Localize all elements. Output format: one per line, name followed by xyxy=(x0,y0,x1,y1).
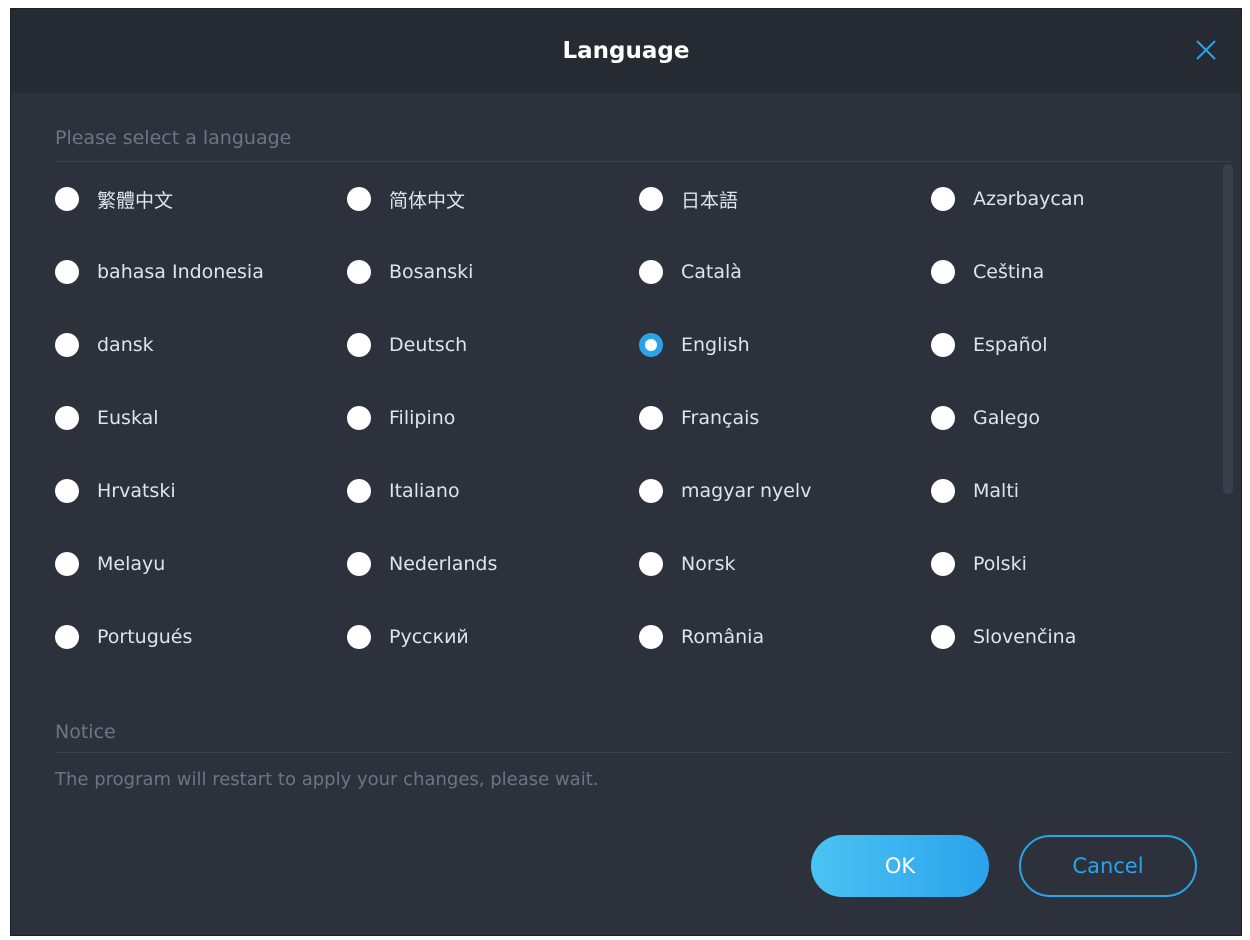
language-option[interactable]: Bosanski xyxy=(347,252,473,292)
language-label: magyar nyelv xyxy=(681,480,812,502)
radio-button[interactable] xyxy=(55,479,79,503)
close-icon xyxy=(1196,40,1216,60)
notice-label: Notice xyxy=(55,721,116,743)
language-label: 繁體中文 xyxy=(97,189,174,212)
language-label: English xyxy=(681,334,750,356)
language-label: Hrvatski xyxy=(97,480,176,502)
language-option[interactable]: Italiano xyxy=(347,471,460,511)
language-option[interactable]: Malti xyxy=(931,471,1019,511)
radio-button[interactable] xyxy=(639,479,663,503)
language-option[interactable]: Русский xyxy=(347,617,469,657)
radio-button[interactable] xyxy=(55,625,79,649)
scrollbar-thumb[interactable] xyxy=(1223,164,1233,494)
radio-button[interactable] xyxy=(639,333,663,357)
radio-button[interactable] xyxy=(639,406,663,430)
language-option[interactable]: Català xyxy=(639,252,742,292)
radio-button[interactable] xyxy=(347,625,371,649)
language-label: Español xyxy=(973,334,1048,356)
language-label: Portugués xyxy=(97,626,193,648)
language-option[interactable]: dansk xyxy=(55,325,154,365)
language-option[interactable]: Hrvatski xyxy=(55,471,176,511)
radio-button[interactable] xyxy=(55,552,79,576)
cancel-button[interactable]: Cancel xyxy=(1019,835,1197,897)
dialog-title: Language xyxy=(562,38,690,64)
radio-button[interactable] xyxy=(347,187,371,211)
divider xyxy=(55,161,1231,162)
language-option[interactable]: 日本語 xyxy=(639,179,738,219)
radio-button[interactable] xyxy=(639,260,663,284)
language-option[interactable]: Slovenčina xyxy=(931,617,1076,657)
language-label: Русский xyxy=(389,626,469,648)
radio-button[interactable] xyxy=(931,406,955,430)
language-label: Filipino xyxy=(389,407,456,429)
radio-button[interactable] xyxy=(55,406,79,430)
language-label: Italiano xyxy=(389,480,460,502)
language-label: Euskal xyxy=(97,407,159,429)
language-option[interactable]: România xyxy=(639,617,764,657)
language-label: România xyxy=(681,626,765,648)
radio-button[interactable] xyxy=(347,333,371,357)
language-label: Ceština xyxy=(973,261,1045,283)
language-option[interactable]: Nederlands xyxy=(347,544,497,584)
language-option[interactable]: Polski xyxy=(931,544,1027,584)
divider xyxy=(55,752,1231,753)
language-label: Melayu xyxy=(97,553,166,575)
radio-button[interactable] xyxy=(639,625,663,649)
radio-button[interactable] xyxy=(55,260,79,284)
language-option[interactable]: 繁體中文 xyxy=(55,179,173,219)
language-label: Bosanski xyxy=(389,261,474,283)
radio-button[interactable] xyxy=(55,333,79,357)
radio-button[interactable] xyxy=(347,406,371,430)
language-label: bahasa Indonesia xyxy=(97,261,264,283)
radio-button[interactable] xyxy=(639,187,663,211)
language-option[interactable]: Azərbaycan xyxy=(931,179,1085,219)
language-label: Català xyxy=(681,261,742,283)
select-prompt: Please select a language xyxy=(55,127,292,149)
radio-button[interactable] xyxy=(931,187,955,211)
radio-button[interactable] xyxy=(931,552,955,576)
language-label: Norsk xyxy=(681,553,736,575)
language-option[interactable]: Norsk xyxy=(639,544,736,584)
language-label: Slovenčina xyxy=(973,626,1077,648)
dialog-titlebar: Language xyxy=(11,9,1241,93)
language-option[interactable]: Euskal xyxy=(55,398,159,438)
language-option[interactable]: English xyxy=(639,325,750,365)
language-label: 日本語 xyxy=(681,189,739,212)
language-label: Français xyxy=(681,407,760,429)
language-label: Deutsch xyxy=(389,334,468,356)
language-label: Nederlands xyxy=(389,553,498,575)
radio-button[interactable] xyxy=(347,479,371,503)
language-option[interactable]: Deutsch xyxy=(347,325,467,365)
radio-button[interactable] xyxy=(55,187,79,211)
language-label: dansk xyxy=(97,334,154,356)
language-option[interactable]: Español xyxy=(931,325,1048,365)
language-option[interactable]: Français xyxy=(639,398,759,438)
radio-button[interactable] xyxy=(931,260,955,284)
language-label: Azərbaycan xyxy=(973,188,1085,210)
language-option[interactable]: bahasa Indonesia xyxy=(55,252,264,292)
language-option[interactable]: 简体中文 xyxy=(347,179,465,219)
language-label: Polski xyxy=(973,553,1027,575)
radio-button[interactable] xyxy=(347,260,371,284)
radio-button[interactable] xyxy=(931,479,955,503)
language-option[interactable]: Portugués xyxy=(55,617,192,657)
radio-button[interactable] xyxy=(639,552,663,576)
radio-button[interactable] xyxy=(347,552,371,576)
language-label: Malti xyxy=(973,480,1020,502)
radio-button[interactable] xyxy=(931,333,955,357)
language-dialog: Language Please select a language 繁體中文 简体… xyxy=(10,8,1242,936)
language-list: 繁體中文 简体中文 日本語 Azərbaycan bahasa Indonesia Bos… xyxy=(11,179,1241,689)
language-label: 简体中文 xyxy=(389,189,466,212)
language-option[interactable]: magyar nyelv xyxy=(639,471,811,511)
language-option[interactable]: Melayu xyxy=(55,544,165,584)
close-button[interactable] xyxy=(1191,35,1221,65)
language-label: Galego xyxy=(973,407,1041,429)
language-option[interactable]: Galego xyxy=(931,398,1040,438)
radio-button[interactable] xyxy=(931,625,955,649)
ok-button[interactable]: OK xyxy=(811,835,989,897)
language-option[interactable]: Filipino xyxy=(347,398,455,438)
language-option[interactable]: Ceština xyxy=(931,252,1044,292)
notice-text: The program will restart to apply your c… xyxy=(55,769,599,790)
